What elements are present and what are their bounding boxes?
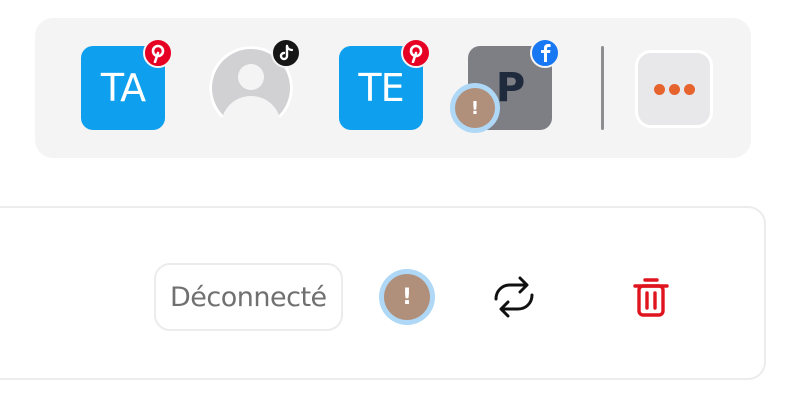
status-label: Déconnecté bbox=[170, 281, 327, 313]
pinterest-icon bbox=[143, 38, 173, 68]
account-te[interactable]: TE bbox=[339, 38, 431, 130]
accounts-bar: TA TE P ! bbox=[35, 18, 751, 158]
more-accounts-button[interactable] bbox=[635, 50, 713, 128]
divider bbox=[601, 46, 604, 130]
more-dots-icon bbox=[668, 83, 680, 95]
avatar-head bbox=[238, 64, 264, 90]
account-initials: TE bbox=[358, 66, 404, 110]
warning-glyph: ! bbox=[401, 284, 413, 310]
status-badge: Déconnecté bbox=[154, 263, 343, 331]
account-initials: P bbox=[495, 65, 525, 111]
trash-icon bbox=[633, 278, 669, 317]
tiktok-icon bbox=[271, 38, 301, 68]
account-tiktok[interactable] bbox=[209, 38, 301, 130]
more-dots-icon bbox=[683, 83, 695, 95]
more-dots-icon bbox=[653, 83, 665, 95]
account-p[interactable]: P ! bbox=[455, 38, 560, 130]
avatar-shoulders bbox=[221, 96, 281, 130]
delete-button[interactable] bbox=[630, 274, 672, 320]
reconnect-button[interactable] bbox=[488, 273, 540, 321]
account-initials: TA bbox=[100, 66, 146, 110]
warning-icon[interactable]: ! bbox=[384, 274, 430, 320]
facebook-icon bbox=[530, 38, 560, 68]
warning-icon: ! bbox=[455, 88, 495, 128]
pinterest-icon bbox=[401, 38, 431, 68]
refresh-icon bbox=[494, 276, 534, 318]
warning-glyph: ! bbox=[470, 97, 480, 119]
account-ta[interactable]: TA bbox=[81, 38, 173, 130]
